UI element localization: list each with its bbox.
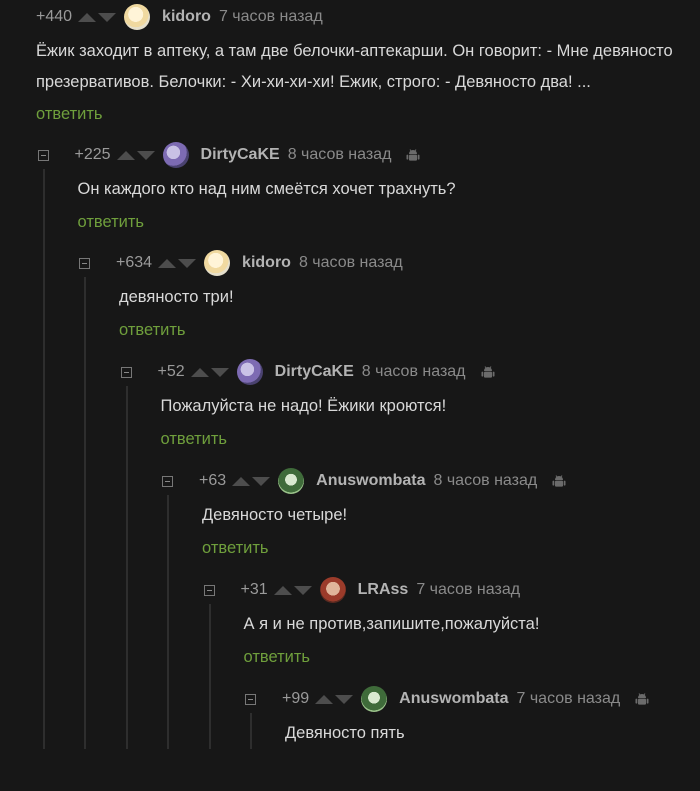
reply-link[interactable]: ответить xyxy=(78,212,145,232)
comment: +634 kidoro 8 часов назад девяносто три! отв… xyxy=(0,250,700,355)
comment-text: Ёжик заходит в аптеку, а там две белочки… xyxy=(36,42,673,60)
android-icon xyxy=(635,693,649,705)
comment: +99 Anuswombata 7 часов назад Девяносто пят… xyxy=(0,686,700,791)
comment-time[interactable]: 8 часов назад xyxy=(362,363,466,381)
collapse-toggle[interactable] xyxy=(37,149,49,161)
comment: +225 DirtyCaKE 8 часов назад Он каждого кто… xyxy=(0,142,700,247)
avatar[interactable] xyxy=(124,4,151,30)
avatar[interactable] xyxy=(204,250,231,276)
comment-time[interactable]: 7 часов назад xyxy=(516,690,620,708)
upvote-icon[interactable] xyxy=(190,367,209,377)
comment-header: +440 kidoro 7 часов назад xyxy=(36,4,337,30)
comment: +440 kidoro 7 часов назад Ёжик заходит в ап… xyxy=(0,4,700,134)
avatar[interactable] xyxy=(278,468,305,494)
avatar[interactable] xyxy=(319,577,346,603)
comment-rating: +63 xyxy=(199,472,227,489)
comment-author[interactable]: DirtyCaKE xyxy=(275,363,354,381)
collapse-toggle[interactable] xyxy=(162,475,173,487)
comment-rating: +99 xyxy=(282,690,310,707)
reply-link[interactable]: ответить xyxy=(161,429,228,449)
comment-text: А я и не против,запишите,пожалуйста! xyxy=(243,615,540,633)
comment-header: +31 LRAss 7 часов назад xyxy=(203,577,535,603)
comment: +31 LRAss 7 часов назад А я и не против,зап… xyxy=(0,577,700,682)
comment-author[interactable]: kidoro xyxy=(242,254,291,272)
downvote-icon[interactable] xyxy=(178,258,197,268)
reply-link[interactable]: ответить xyxy=(119,320,186,340)
comment-time[interactable]: 7 часов назад xyxy=(219,8,323,26)
collapse-toggle[interactable] xyxy=(203,584,215,596)
comment-rating: +31 xyxy=(240,581,268,598)
upvote-icon[interactable] xyxy=(78,12,97,22)
comment-text: девяносто три! xyxy=(119,288,234,306)
comment-text: презервативов. Белочки: - Хи-хи-хи-хи! Е… xyxy=(36,73,591,91)
downvote-icon[interactable] xyxy=(293,585,312,595)
vote-buttons xyxy=(158,258,197,268)
comment-author[interactable]: DirtyCaKE xyxy=(201,146,280,164)
comment-rating: +52 xyxy=(157,363,185,380)
android-icon xyxy=(552,475,566,487)
comment-time[interactable]: 8 часов назад xyxy=(433,472,537,490)
comment-time[interactable]: 8 часов назад xyxy=(299,254,403,272)
downvote-icon[interactable] xyxy=(136,150,155,160)
comment-text: Девяносто четыре! xyxy=(202,506,348,524)
upvote-icon[interactable] xyxy=(273,585,292,595)
upvote-icon[interactable] xyxy=(116,150,135,160)
upvote-icon[interactable] xyxy=(232,476,251,486)
comment-rating: +225 xyxy=(74,146,111,163)
comment-rating: +634 xyxy=(116,254,153,271)
comment-author[interactable]: LRAss xyxy=(358,581,409,599)
collapse-toggle[interactable] xyxy=(79,257,90,269)
comment-author[interactable]: Anuswombata xyxy=(399,690,508,708)
comment-time[interactable]: 8 часов назад xyxy=(288,146,392,164)
reply-link[interactable]: ответить xyxy=(36,104,103,124)
vote-buttons xyxy=(78,12,117,22)
android-icon xyxy=(406,149,420,161)
comment-header: +52 DirtyCaKE 8 часов назад xyxy=(120,359,496,385)
comment-header: +99 Anuswombata 7 часов назад xyxy=(245,686,650,712)
downvote-icon[interactable] xyxy=(98,12,117,22)
vote-buttons xyxy=(116,150,155,160)
vote-buttons xyxy=(190,367,229,377)
comment-author[interactable]: Anuswombata xyxy=(316,472,425,490)
avatar[interactable] xyxy=(236,359,263,385)
comment-time[interactable]: 7 часов назад xyxy=(416,581,520,599)
comment-header: +634 kidoro 8 часов назад xyxy=(79,250,417,276)
comment-author[interactable]: kidoro xyxy=(162,8,211,26)
reply-link[interactable]: ответить xyxy=(244,647,311,667)
thread-line xyxy=(250,713,252,749)
upvote-icon[interactable] xyxy=(158,258,177,268)
comment: +63 Anuswombata 8 часов назад Девяносто чет… xyxy=(0,468,700,573)
vote-buttons xyxy=(232,476,271,486)
downvote-icon[interactable] xyxy=(252,476,271,486)
comment: +52 DirtyCaKE 8 часов назад Пожалуйста не н… xyxy=(0,359,700,464)
comment-text: Девяносто пять xyxy=(285,724,405,742)
comment-thread: +440 kidoro 7 часов назад Ёжик заходит в ап… xyxy=(0,0,700,749)
comment-rating: +440 xyxy=(36,8,73,25)
upvote-icon[interactable] xyxy=(315,694,334,704)
collapse-toggle[interactable] xyxy=(245,693,256,705)
avatar[interactable] xyxy=(361,686,388,712)
comment-header: +225 DirtyCaKE 8 часов назад xyxy=(37,142,422,168)
comment-text: Пожалуйста не надо! Ёжики кроются! xyxy=(160,397,447,415)
collapse-toggle[interactable] xyxy=(120,366,132,378)
comment-header: +63 Anuswombata 8 часов назад xyxy=(162,468,567,494)
vote-buttons xyxy=(273,585,312,595)
android-icon xyxy=(481,366,495,378)
comment-text: Он каждого кто над ним смеётся хочет тра… xyxy=(77,180,456,198)
avatar[interactable] xyxy=(162,142,189,168)
downvote-icon[interactable] xyxy=(210,367,229,377)
reply-link[interactable]: ответить xyxy=(202,538,269,558)
vote-buttons xyxy=(315,694,354,704)
downvote-icon[interactable] xyxy=(335,694,354,704)
